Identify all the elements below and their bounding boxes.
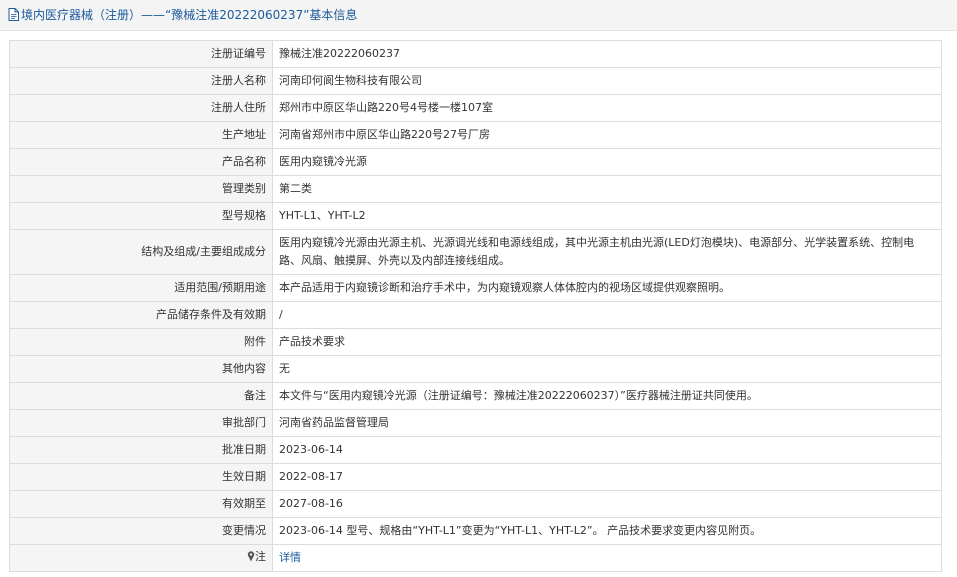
table-row: 产品储存条件及有效期 /	[9, 301, 942, 329]
row-value: 河南印何阆生物科技有限公司	[272, 67, 942, 95]
row-label: 注册人住所	[9, 94, 273, 122]
info-table: 注册证编号 豫械注准20222060237 注册人名称 河南印何阆生物科技有限公司 …	[9, 40, 942, 572]
row-label: 注册人名称	[9, 67, 273, 95]
row-label: 适用范围/预期用途	[9, 274, 273, 302]
row-label: 审批部门	[9, 409, 273, 437]
row-value: 无	[272, 355, 942, 383]
row-label: 结构及组成/主要组成成分	[9, 229, 273, 275]
table-row: 批准日期 2023-06-14	[9, 436, 942, 464]
row-label: 生效日期	[9, 463, 273, 491]
row-value: 医用内窥镜冷光源由光源主机、光源调光线和电源线组成，其中光源主机由光源(LED灯…	[272, 229, 942, 275]
table-row: 其他内容无	[9, 355, 942, 383]
row-value: 豫械注准20222060237	[272, 40, 942, 68]
row-value: 本文件与“医用内窥镜冷光源（注册证编号：豫械注准20222060237）”医疗器…	[272, 382, 942, 410]
row-label: 批准日期	[9, 436, 273, 464]
page-header: 境内医疗器械（注册）——“豫械注准20222060237”基本信息	[0, 0, 957, 31]
table-row: 生效日期 2022-08-17	[9, 463, 942, 491]
row-value: 河南省药品监督管理局	[272, 409, 942, 437]
row-value: 河南省郑州市中原区华山路220号27号厂房	[272, 121, 942, 149]
row-value: YHT-L1、YHT-L2	[272, 202, 942, 230]
row-value: 医用内窥镜冷光源	[272, 148, 942, 176]
row-label: 附件	[9, 328, 273, 356]
row-label: 型号规格	[9, 202, 273, 230]
row-label: 有效期至	[9, 490, 273, 518]
row-label: 其他内容	[9, 355, 273, 383]
row-value: 第二类	[272, 175, 942, 203]
row-label: 注册证编号	[9, 40, 273, 68]
note-value-cell: 详情	[272, 544, 942, 572]
table-row: 生产地址 河南省郑州市中原区华山路220号27号厂房	[9, 121, 942, 149]
table-row: 审批部门 河南省药品监督管理局	[9, 409, 942, 437]
note-row: 注 详情	[9, 544, 942, 572]
page-title: 境内医疗器械（注册）——“豫械注准20222060237”基本信息	[21, 8, 358, 22]
row-value: 2023-06-14 型号、规格由“YHT-L1”变更为“YHT-L1、YHT-…	[272, 517, 942, 545]
table-row: 注册人住所 郑州市中原区华山路220号4号楼一楼107室	[9, 94, 942, 122]
table-row: 产品名称 医用内窥镜冷光源	[9, 148, 942, 176]
table-row: 有效期至 2027-08-16	[9, 490, 942, 518]
table-row: 变更情况 2023-06-14 型号、规格由“YHT-L1”变更为“YHT-L1、…	[9, 517, 942, 545]
row-value: 2023-06-14	[272, 436, 942, 464]
row-value: 2027-08-16	[272, 490, 942, 518]
note-label-cell: 注	[9, 544, 273, 572]
table-row: 注册人名称 河南印何阆生物科技有限公司	[9, 67, 942, 95]
row-label: 产品名称	[9, 148, 273, 176]
document-icon	[8, 2, 19, 32]
table-row: 适用范围/预期用途 本产品适用于内窥镜诊断和治疗手术中，为内窥镜观察人体体腔内的视…	[9, 274, 942, 302]
pin-icon	[247, 550, 255, 568]
details-link[interactable]: 详情	[279, 551, 301, 564]
table-row: 注册证编号 豫械注准20222060237	[9, 40, 942, 68]
table-row: 管理类别 第二类	[9, 175, 942, 203]
table-row: 型号规格 YHT-L1、YHT-L2	[9, 202, 942, 230]
row-label: 生产地址	[9, 121, 273, 149]
table-row: 备注 本文件与“医用内窥镜冷光源（注册证编号：豫械注准20222060237）”医…	[9, 382, 942, 410]
row-value: 产品技术要求	[272, 328, 942, 356]
table-row: 结构及组成/主要组成成分 医用内窥镜冷光源由光源主机、光源调光线和电源线组成，其中…	[9, 229, 942, 275]
row-value: /	[272, 301, 942, 329]
row-value: 2022-08-17	[272, 463, 942, 491]
row-label: 管理类别	[9, 175, 273, 203]
table-row: 附件 产品技术要求	[9, 328, 942, 356]
row-label: 产品储存条件及有效期	[9, 301, 273, 329]
row-label: 变更情况	[9, 517, 273, 545]
row-label: 备注	[9, 382, 273, 410]
row-value: 郑州市中原区华山路220号4号楼一楼107室	[272, 94, 942, 122]
row-value: 本产品适用于内窥镜诊断和治疗手术中，为内窥镜观察人体体腔内的视场区域提供观察照明…	[272, 274, 942, 302]
note-label: 注	[255, 550, 266, 563]
